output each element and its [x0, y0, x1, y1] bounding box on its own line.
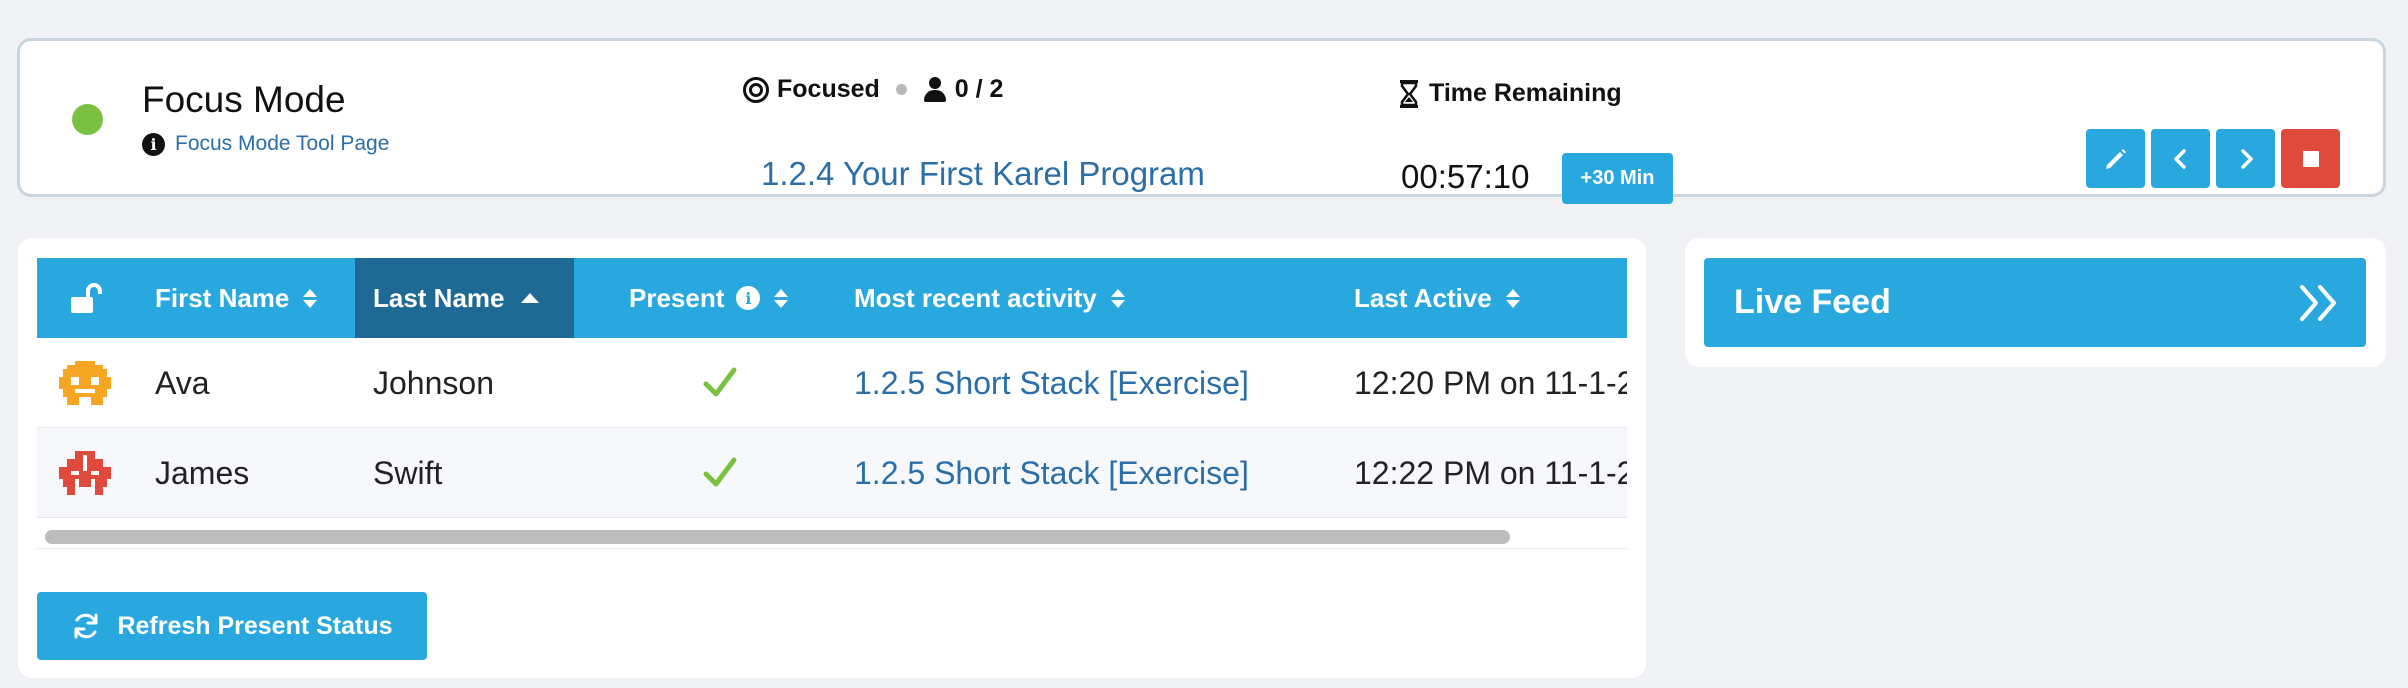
recent-activity-link[interactable]: 1.2.5 Short Stack [Exercise] [854, 338, 1249, 428]
focus-mode-title: Focus Mode [142, 79, 346, 120]
last-name-cell: Johnson [373, 364, 494, 401]
horizontal-scrollbar[interactable] [37, 525, 1627, 549]
hourglass-icon [1400, 79, 1418, 108]
sort-ascending-icon [520, 293, 539, 303]
focus-activity-link[interactable]: 1.2.4 Your First Karel Program [761, 155, 1205, 193]
student-avatar [59, 361, 111, 405]
last-active-cell: 12:22 PM on 11-1-20 [1354, 454, 1627, 491]
first-name-cell: James [155, 454, 250, 491]
table-row[interactable]: James Swift 1.2.5 Short Stack [Exercise]… [37, 428, 1627, 518]
column-header-last-name[interactable]: Last Name [355, 258, 574, 338]
chevron-left-icon [2173, 148, 2186, 169]
column-header-present[interactable]: Present i [611, 258, 811, 338]
focus-state-label: Focused [777, 75, 880, 103]
present-count: 0 / 2 [954, 75, 1004, 103]
focus-state-row: Focused 0 / 2 [743, 75, 1003, 104]
live-feed-panel: Live Feed [1685, 238, 2386, 367]
column-label: Most recent activity [854, 282, 1097, 313]
separator-dot [895, 84, 907, 95]
time-remaining-label: Time Remaining [1429, 79, 1622, 107]
column-header-first-name[interactable]: First Name [137, 258, 347, 338]
column-label: First Name [155, 282, 290, 313]
tool-page-link-row[interactable]: i Focus Mode Tool Page [142, 132, 389, 156]
column-label: Present [629, 282, 725, 313]
column-label: Last Name [373, 282, 505, 313]
user-icon [923, 76, 947, 103]
double-chevron-right-icon[interactable] [2296, 282, 2342, 324]
refresh-button-label: Refresh Present Status [117, 611, 393, 640]
sort-icon [1505, 288, 1520, 308]
table-row[interactable]: Ava Johnson 1.2.5 Short Stack [Exercise]… [37, 338, 1627, 428]
checkmark-icon [703, 457, 737, 487]
sort-icon [774, 288, 789, 308]
target-icon [743, 76, 769, 103]
column-header-most-recent-activity[interactable]: Most recent activity [836, 258, 1316, 338]
live-feed-header[interactable]: Live Feed [1704, 258, 2366, 347]
column-header-last-active[interactable]: Last Active [1336, 258, 1596, 338]
scrollbar-thumb[interactable] [45, 530, 1510, 544]
info-icon: i [142, 132, 165, 156]
unlock-icon[interactable] [67, 280, 103, 316]
pencil-icon [2105, 148, 2126, 169]
sort-icon [1110, 288, 1125, 308]
stop-icon [2302, 150, 2319, 167]
first-name-cell: Ava [155, 364, 210, 401]
sort-icon [303, 288, 318, 308]
edit-button[interactable] [2086, 129, 2145, 188]
present-cell [700, 428, 740, 518]
info-icon[interactable]: i [736, 286, 761, 310]
live-feed-title: Live Feed [1734, 283, 1891, 321]
refresh-present-status-button[interactable]: Refresh Present Status [37, 592, 427, 660]
checkmark-icon [703, 367, 737, 397]
time-remaining-row: Time Remaining [1399, 79, 1622, 108]
tool-page-link[interactable]: Focus Mode Tool Page [175, 132, 389, 156]
student-avatar [59, 451, 111, 495]
recent-activity-link[interactable]: 1.2.5 Short Stack [Exercise] [854, 428, 1249, 518]
focus-mode-card: Focus Mode i Focus Mode Tool Page Focuse… [17, 38, 2386, 204]
table-header: First Name Last Name Present i Most rece… [37, 258, 1627, 338]
refresh-icon [74, 613, 98, 639]
chevron-right-icon [2240, 148, 2253, 169]
present-cell [700, 338, 740, 428]
add-time-button[interactable]: +30 Min [1562, 153, 1673, 204]
next-button[interactable] [2216, 129, 2275, 188]
time-remaining-value: 00:57:10 [1401, 158, 1530, 195]
last-active-cell: 12:20 PM on 11-1-20 [1354, 364, 1627, 401]
students-table-panel: First Name Last Name Present i Most rece… [18, 238, 1646, 678]
status-indicator-dot [72, 104, 103, 135]
last-name-cell: Swift [373, 454, 443, 491]
stop-button[interactable] [2281, 129, 2340, 188]
previous-button[interactable] [2151, 129, 2210, 188]
column-label: Last Active [1354, 282, 1492, 313]
